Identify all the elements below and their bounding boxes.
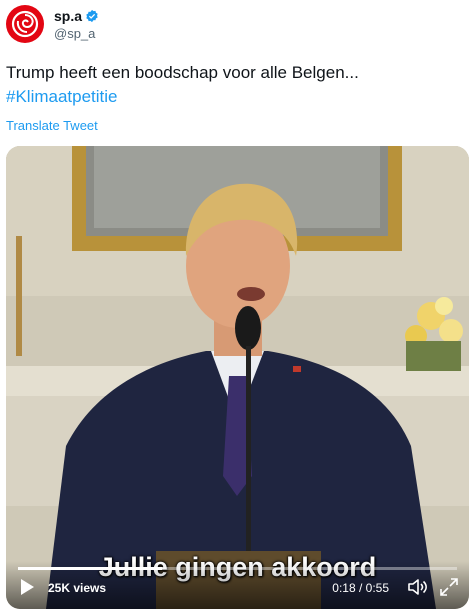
fullscreen-button[interactable] xyxy=(439,577,459,597)
play-button[interactable] xyxy=(18,578,36,596)
verified-badge-icon xyxy=(86,9,98,23)
video-time: 0:18 / 0:55 xyxy=(332,581,389,595)
view-count: 25K views xyxy=(48,581,107,595)
hashtag-link[interactable]: #Klimaatpetitie xyxy=(6,85,466,109)
video-frame xyxy=(6,146,469,609)
volume-icon xyxy=(408,579,427,595)
tweet-body: Trump heeft een boodschap voor alle Belg… xyxy=(6,63,359,82)
translate-tweet-link[interactable]: Translate Tweet xyxy=(6,118,98,133)
display-name[interactable]: sp.a xyxy=(54,8,82,24)
fullscreen-icon xyxy=(440,578,458,596)
tweet-text: Trump heeft een boodschap voor alle Belg… xyxy=(6,61,466,109)
video-player[interactable]: Jullie gingen akkoord 25K views 0:18 / 0… xyxy=(6,146,469,609)
sp-a-logo-icon xyxy=(11,10,39,38)
video-progress-fill xyxy=(18,567,162,570)
video-controls: 25K views 0:18 / 0:55 xyxy=(6,561,469,609)
video-progress-bar[interactable] xyxy=(18,567,457,570)
tweet-header: sp.a @sp_a xyxy=(6,5,466,45)
volume-button[interactable] xyxy=(407,576,429,598)
avatar[interactable] xyxy=(6,5,44,43)
account-names: sp.a @sp_a xyxy=(54,8,99,41)
play-icon xyxy=(21,579,34,595)
account-handle[interactable]: @sp_a xyxy=(54,26,99,41)
